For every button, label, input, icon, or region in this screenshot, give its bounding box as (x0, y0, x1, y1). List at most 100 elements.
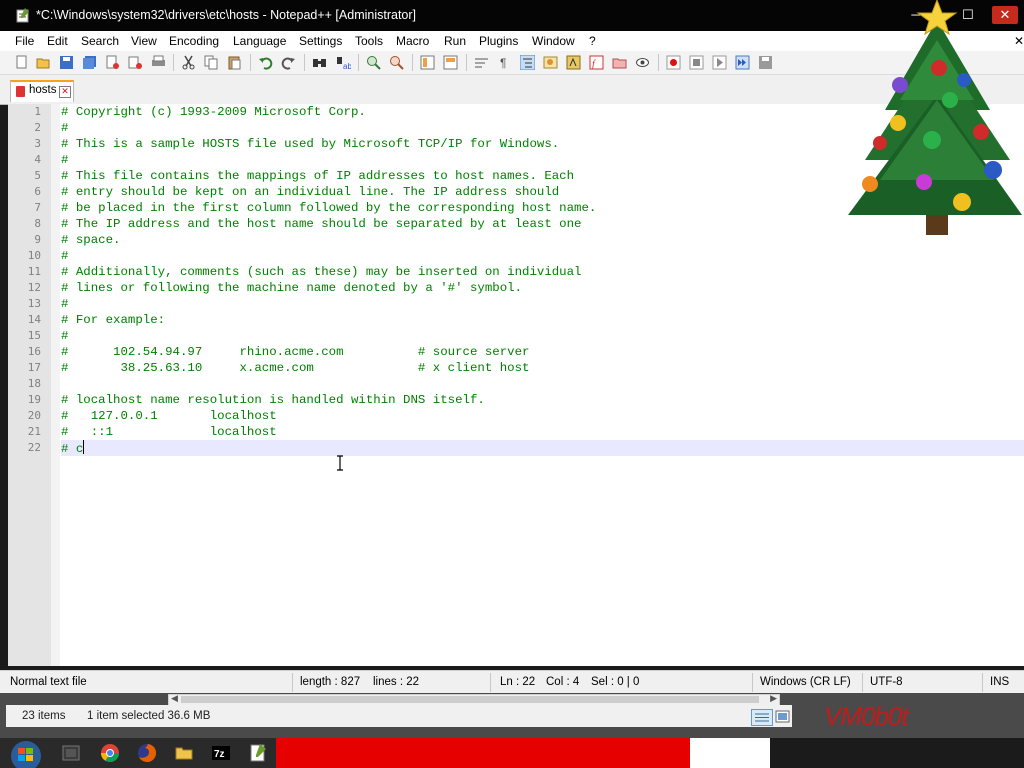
menu-help[interactable]: ? (589, 34, 596, 48)
line-number[interactable]: 6 (8, 184, 41, 200)
code-line[interactable]: # (61, 248, 1024, 264)
line-number-gutter[interactable]: 1 2 3 4 5 6 7 8 9 10 11 12 13 14 15 16 17 18 19 20 21 22 (8, 104, 51, 666)
details-view-icon[interactable] (751, 709, 773, 726)
line-number[interactable]: 11 (8, 264, 41, 280)
menu-settings[interactable]: Settings (299, 34, 342, 48)
function-list-icon[interactable]: f (589, 55, 604, 70)
language-udl-icon[interactable] (543, 55, 558, 70)
notepadpp-app-icon[interactable] (16, 8, 30, 23)
macro-save-icon[interactable] (758, 55, 773, 70)
line-number[interactable]: 7 (8, 200, 41, 216)
line-number[interactable]: 14 (8, 312, 41, 328)
line-number[interactable]: 17 (8, 360, 41, 376)
undo-icon[interactable] (258, 55, 273, 70)
sync-horizontal-icon[interactable] (443, 55, 458, 70)
code-line[interactable]: # (61, 328, 1024, 344)
firefox-icon[interactable] (137, 743, 157, 763)
menu-edit[interactable]: Edit (47, 34, 68, 48)
monitoring-icon[interactable] (635, 55, 650, 70)
macro-play-icon[interactable] (712, 55, 727, 70)
menu-encoding[interactable]: Encoding (169, 34, 219, 48)
code-line[interactable]: # 102.54.94.97 rhino.acme.com # source s… (61, 344, 1024, 360)
line-number[interactable]: 15 (8, 328, 41, 344)
find-icon[interactable] (312, 55, 327, 70)
code-line[interactable]: # ::1 localhost (61, 424, 1024, 440)
menu-plugins[interactable]: Plugins (479, 34, 518, 48)
menu-view[interactable]: View (131, 34, 157, 48)
line-number[interactable]: 21 (8, 424, 41, 440)
line-number[interactable]: 13 (8, 296, 41, 312)
save-all-icon[interactable] (82, 55, 97, 70)
tab-close-icon[interactable]: ✕ (59, 86, 71, 98)
line-number[interactable]: 18 (8, 376, 41, 392)
print-icon[interactable] (151, 55, 166, 70)
menu-macro[interactable]: Macro (396, 34, 429, 48)
indent-guide-icon[interactable] (520, 55, 535, 70)
macro-run-multiple-icon[interactable] (735, 55, 750, 70)
current-code-line[interactable]: # c (61, 440, 1024, 456)
line-number[interactable]: 3 (8, 136, 41, 152)
zoom-in-icon[interactable] (366, 55, 381, 70)
7zip-icon[interactable]: 7z (211, 743, 231, 763)
status-eol[interactable]: Windows (CR LF) (760, 676, 851, 688)
code-line[interactable] (61, 376, 1024, 392)
line-number[interactable]: 9 (8, 232, 41, 248)
scroll-left-icon[interactable]: ◀ (171, 693, 178, 704)
large-icons-view-icon[interactable] (774, 709, 791, 724)
document-map-icon[interactable] (566, 55, 581, 70)
line-number[interactable]: 8 (8, 216, 41, 232)
save-icon[interactable] (59, 55, 74, 70)
cut-icon[interactable] (181, 55, 196, 70)
code-line[interactable]: # 127.0.0.1 localhost (61, 408, 1024, 424)
menu-language[interactable]: Language (233, 34, 286, 48)
line-number[interactable]: 20 (8, 408, 41, 424)
notepadpp-icon[interactable] (248, 743, 268, 763)
code-line[interactable]: # Additionally, comments (such as these)… (61, 264, 1024, 280)
line-number[interactable]: 12 (8, 280, 41, 296)
line-number[interactable]: 19 (8, 392, 41, 408)
line-number[interactable]: 4 (8, 152, 41, 168)
copy-icon[interactable] (204, 55, 219, 70)
tab-hosts[interactable]: hosts ✕ (10, 80, 74, 102)
macro-record-icon[interactable] (666, 55, 681, 70)
media-center-icon[interactable] (61, 743, 81, 763)
status-insert-mode[interactable]: INS (990, 676, 1009, 688)
code-line[interactable]: # lines or following the machine name de… (61, 280, 1024, 296)
paste-icon[interactable] (227, 55, 242, 70)
folder-workspace-icon[interactable] (612, 55, 627, 70)
start-orb-icon[interactable] (6, 738, 42, 768)
line-number[interactable]: 16 (8, 344, 41, 360)
code-line[interactable]: # (61, 296, 1024, 312)
line-number[interactable]: 5 (8, 168, 41, 184)
close-all-icon[interactable] (128, 55, 143, 70)
replace-icon[interactable]: ab (336, 55, 351, 70)
scroll-right-icon[interactable]: ▶ (770, 693, 777, 704)
line-number[interactable]: 2 (8, 120, 41, 136)
chrome-icon[interactable] (100, 743, 120, 763)
close-icon[interactable] (105, 55, 120, 70)
menu-window[interactable]: Window (532, 34, 575, 48)
menu-file[interactable]: File (15, 34, 34, 48)
menu-run[interactable]: Run (444, 34, 466, 48)
line-number[interactable]: 1 (8, 104, 41, 120)
fold-margin[interactable] (51, 104, 60, 666)
status-separator (490, 673, 491, 692)
code-line[interactable]: # 38.25.63.10 x.acme.com # x client host (61, 360, 1024, 376)
macro-stop-icon[interactable] (689, 55, 704, 70)
file-explorer-icon[interactable] (174, 743, 194, 763)
open-file-icon[interactable] (36, 55, 51, 70)
menu-tools[interactable]: Tools (355, 34, 383, 48)
scrollbar-thumb[interactable] (181, 696, 759, 703)
show-all-chars-icon[interactable]: ¶ (497, 55, 512, 70)
code-line[interactable]: # For example: (61, 312, 1024, 328)
code-line[interactable]: # localhost name resolution is handled w… (61, 392, 1024, 408)
line-number[interactable]: 10 (8, 248, 41, 264)
zoom-out-icon[interactable] (389, 55, 404, 70)
sync-vertical-icon[interactable] (420, 55, 435, 70)
new-file-icon[interactable] (14, 55, 29, 70)
line-number[interactable]: 22 (8, 440, 41, 456)
status-encoding[interactable]: UTF-8 (870, 676, 903, 688)
redo-icon[interactable] (281, 55, 296, 70)
word-wrap-icon[interactable] (474, 55, 489, 70)
menu-search[interactable]: Search (81, 34, 119, 48)
